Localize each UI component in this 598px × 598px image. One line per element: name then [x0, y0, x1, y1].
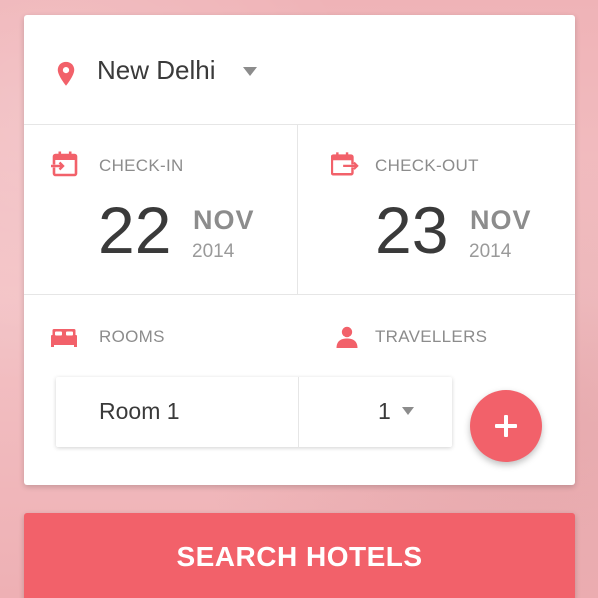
bed-icon	[51, 329, 77, 347]
checkout-day: 23	[375, 193, 449, 267]
search-button-label: SEARCH HOTELS	[176, 541, 423, 572]
checkout-date-picker[interactable]: CHECK-OUT 23 NOV 2014	[298, 125, 575, 295]
room-traveller-selector: Room 1 1	[56, 377, 452, 447]
checkout-month: NOV	[470, 205, 532, 235]
hotel-search-card: New Delhi CHECK-IN 22 NOV 2014 CHECK-OUT…	[24, 15, 575, 485]
checkin-day: 22	[98, 193, 172, 267]
checkin-year: 2014	[192, 241, 235, 262]
location-pin-icon	[57, 61, 75, 86]
checkin-label: CHECK-IN	[99, 156, 184, 175]
person-icon	[336, 326, 358, 348]
rooms-travellers-section: ROOMS TRAVELLERS Room 1 1	[24, 295, 575, 485]
travellers-label: TRAVELLERS	[375, 327, 488, 346]
chevron-down-icon	[243, 67, 257, 76]
calendar-checkout-icon	[331, 152, 359, 176]
search-hotels-button[interactable]: SEARCH HOTELS	[24, 513, 575, 598]
location-selector[interactable]: New Delhi	[24, 15, 575, 125]
room-dropdown[interactable]: Room 1	[56, 377, 298, 447]
checkin-date-picker[interactable]: CHECK-IN 22 NOV 2014	[24, 125, 298, 295]
checkout-label: CHECK-OUT	[375, 156, 479, 175]
chevron-down-icon	[402, 407, 414, 415]
rooms-label: ROOMS	[99, 327, 165, 346]
calendar-checkin-icon	[51, 151, 78, 177]
add-room-button[interactable]	[470, 390, 542, 462]
travellers-dropdown[interactable]: 1	[299, 377, 452, 447]
city-name: New Delhi	[97, 55, 216, 85]
checkout-year: 2014	[469, 241, 512, 262]
dates-section: CHECK-IN 22 NOV 2014 CHECK-OUT 23 NOV 20…	[24, 125, 575, 295]
checkin-month: NOV	[193, 205, 255, 235]
travellers-value: 1	[378, 398, 391, 424]
room-value: Room 1	[99, 398, 180, 424]
